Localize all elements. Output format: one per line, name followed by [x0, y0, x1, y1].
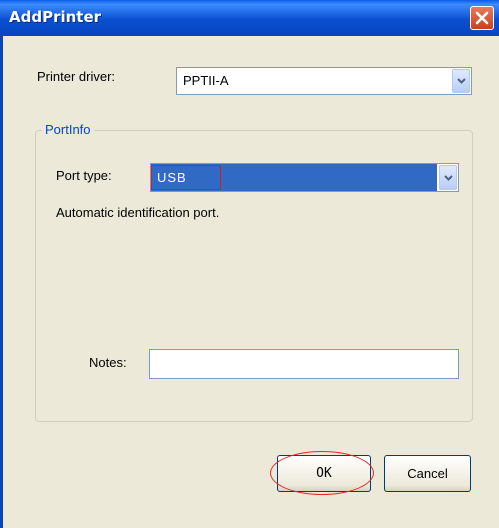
- port-type-dropdown-button[interactable]: [439, 165, 457, 190]
- ok-highlight-annotation: [270, 451, 374, 495]
- chevron-down-icon: [457, 78, 466, 84]
- printer-driver-label: Printer driver:: [37, 69, 116, 84]
- port-info-legend: PortInfo: [42, 122, 94, 137]
- window-title: AddPrinter: [9, 8, 102, 26]
- title-bar[interactable]: AddPrinter: [0, 0, 499, 36]
- notes-input[interactable]: [149, 349, 459, 379]
- chevron-down-icon: [444, 175, 453, 181]
- cancel-button-label: Cancel: [407, 466, 448, 481]
- port-type-label: Port type:: [56, 168, 112, 183]
- window-border: [0, 36, 3, 528]
- port-description: Automatic identification port.: [56, 205, 220, 220]
- printer-driver-select[interactable]: PPTII-A: [176, 67, 472, 95]
- close-icon: [475, 11, 489, 25]
- port-type-value: USB: [157, 170, 187, 185]
- printer-driver-value: PPTII-A: [183, 73, 229, 88]
- close-button[interactable]: [470, 6, 494, 30]
- notes-label: Notes:: [89, 355, 127, 370]
- cancel-button[interactable]: Cancel: [384, 455, 471, 492]
- printer-driver-dropdown-button[interactable]: [452, 69, 470, 93]
- add-printer-dialog: AddPrinter Printer driver: PPTII-A PortI…: [0, 0, 499, 528]
